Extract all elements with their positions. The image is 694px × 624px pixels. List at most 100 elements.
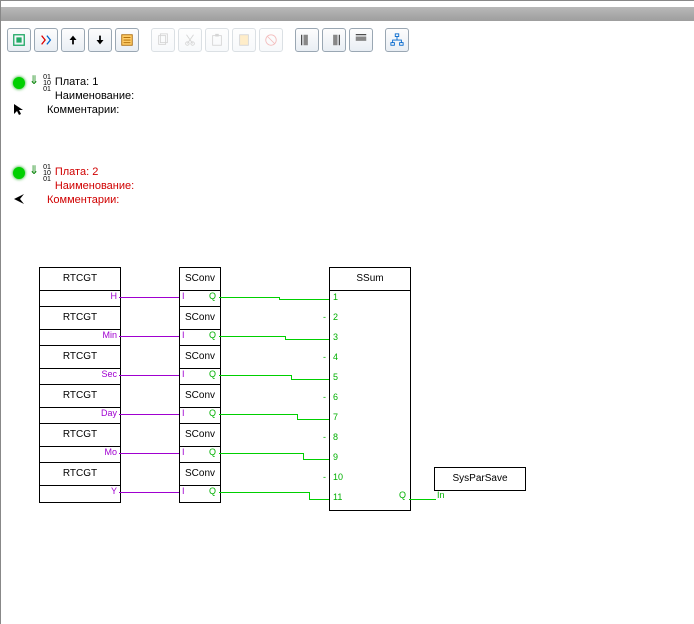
tool-signals-icon[interactable] <box>34 28 58 52</box>
bits-icon: 011001 <box>43 75 51 93</box>
tool-props-icon[interactable] <box>115 28 139 52</box>
port-q: Q <box>209 291 216 301</box>
title-bar <box>1 7 694 21</box>
canvas[interactable]: ⇓ 011001 Плата: 1 Наименование: Коммента… <box>1 57 694 624</box>
tool-paste-icon <box>205 28 229 52</box>
transfer-icon: ⇓ <box>29 75 39 85</box>
bits-icon: 011001 <box>43 165 51 183</box>
port-q: Q <box>209 369 216 379</box>
ssum-input-10: 10 <box>333 472 343 482</box>
sconv-block[interactable]: SConv <box>179 423 221 464</box>
tool-align-top-icon[interactable] <box>349 28 373 52</box>
ssum-input-9: 9 <box>333 452 338 462</box>
sconv-block[interactable]: SConv <box>179 345 221 386</box>
rtcgt-block[interactable]: RTCGT <box>39 462 121 503</box>
rtcgt-block[interactable]: RTCGT <box>39 384 121 425</box>
rtcgt-block[interactable]: RTCGT <box>39 267 121 308</box>
wire <box>303 459 329 460</box>
rtcgt-block[interactable]: RTCGT <box>39 423 121 464</box>
ssum-input-2: 2 <box>333 312 338 322</box>
wire <box>219 414 297 415</box>
wire <box>119 492 179 493</box>
ssum-dash: - <box>323 352 326 362</box>
ssum-dash: - <box>323 432 326 442</box>
tool-cut-icon <box>178 28 202 52</box>
ssum-input-3: 3 <box>333 332 338 342</box>
wire <box>219 297 279 298</box>
sconv-block[interactable]: SConv <box>179 267 221 308</box>
rtcgt-port-min: Min <box>97 330 117 340</box>
ssum-input-4: 4 <box>333 352 338 362</box>
tool-down-icon[interactable] <box>88 28 112 52</box>
cursor-icon <box>13 103 25 118</box>
rtcgt-block[interactable]: RTCGT <box>39 345 121 386</box>
wire <box>309 492 310 499</box>
diagram: SSum {"dummy":true} SysParSave In RTCGTH… <box>39 267 659 567</box>
port-i: I <box>182 330 185 340</box>
port-i: I <box>182 447 185 457</box>
block-title: SConv <box>180 307 220 330</box>
wire <box>219 492 309 493</box>
tool-clip-icon <box>232 28 256 52</box>
block-title: RTCGT <box>40 268 120 291</box>
sysparsave-block[interactable]: SysParSave <box>434 467 526 491</box>
ssum-dash: - <box>323 312 326 322</box>
port-q: Q <box>209 447 216 457</box>
tool-align-left-icon[interactable] <box>295 28 319 52</box>
app-window: ⇓ 011001 Плата: 1 Наименование: Коммента… <box>0 0 694 624</box>
wire <box>219 375 291 376</box>
block-title: SConv <box>180 346 220 369</box>
ssum-input-5: 5 <box>333 372 338 382</box>
status-dot-icon <box>13 167 25 179</box>
tool-copy-icon <box>151 28 175 52</box>
port-i: I <box>182 486 185 496</box>
board-header-text: Плата: 1 Наименование: <box>55 75 134 103</box>
wire <box>119 453 179 454</box>
tool-up-icon[interactable] <box>61 28 85 52</box>
ssum-input-7: 7 <box>333 412 338 422</box>
toolbar <box>1 21 694 59</box>
wire <box>309 499 329 500</box>
board-header-text: Плата: 2 Наименование: <box>55 165 134 193</box>
rtcgt-port-y: Y <box>97 486 117 496</box>
tool-hierarchy-icon[interactable] <box>385 28 409 52</box>
tool-align-right-icon[interactable] <box>322 28 346 52</box>
port-i: I <box>182 369 185 379</box>
port-q: Q <box>209 408 216 418</box>
ssum-dash: - <box>323 472 326 482</box>
block-title: SConv <box>180 268 220 291</box>
block-title: SSum <box>330 268 410 291</box>
wire <box>219 453 303 454</box>
port-q: Q <box>209 330 216 340</box>
sconv-block[interactable]: SConv <box>179 306 221 347</box>
board-label: Плата: 1 <box>55 75 134 89</box>
block-title: SConv <box>180 463 220 486</box>
rtcgt-port-sec: Sec <box>97 369 117 379</box>
sconv-block[interactable]: SConv <box>179 462 221 503</box>
block-title: SConv <box>180 385 220 408</box>
port-in: In <box>437 490 445 500</box>
board-header-2: ⇓ 011001 Плата: 2 Наименование: <box>13 165 134 193</box>
tool-delete-icon <box>259 28 283 52</box>
port-i: I <box>182 291 185 301</box>
wire <box>119 414 179 415</box>
rtcgt-port-mo: Mo <box>97 447 117 457</box>
comments-label: Комментарии: <box>47 194 119 206</box>
ssum-input-1: 1 <box>333 292 338 302</box>
rtcgt-block[interactable]: RTCGT <box>39 306 121 347</box>
wire <box>119 297 179 298</box>
port-i: I <box>182 408 185 418</box>
sconv-block[interactable]: SConv <box>179 384 221 425</box>
transfer-icon: ⇓ <box>29 165 39 175</box>
cursor-icon <box>13 193 25 208</box>
rtcgt-port-h: H <box>97 291 117 301</box>
wire <box>119 375 179 376</box>
wire <box>279 299 329 300</box>
ssum-input-8: 8 <box>333 432 338 442</box>
ssum-input-6: 6 <box>333 392 338 402</box>
wire <box>219 336 285 337</box>
name-label: Наименование: <box>55 179 134 193</box>
status-dot-icon <box>13 77 25 89</box>
tool-node-icon[interactable] <box>7 28 31 52</box>
comments-label: Комментарии: <box>47 104 119 116</box>
